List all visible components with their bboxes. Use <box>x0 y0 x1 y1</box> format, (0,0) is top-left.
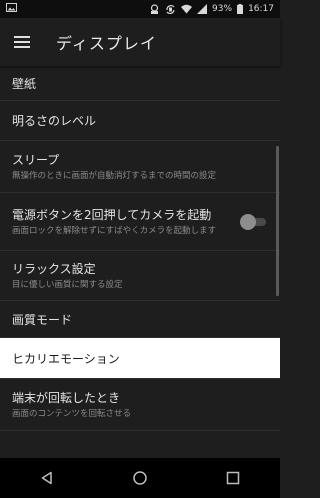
setting-subtitle: 画面ロックを解除せずにすばやくカメラを起動します <box>12 226 217 236</box>
wifi-icon <box>181 4 193 14</box>
battery-text: 93% <box>212 4 233 14</box>
home-icon[interactable] <box>120 458 160 498</box>
clock: 16:17 <box>248 4 274 14</box>
setting-title: 電源ボタンを2回押してカメラを起動 <box>12 208 212 222</box>
navigation-bar <box>0 458 280 498</box>
setting-title: ヒカリエモーション <box>12 351 120 366</box>
setting-item-brightness[interactable]: 明るさのレベル <box>0 101 280 141</box>
page-title: ディスプレイ <box>56 34 157 53</box>
setting-item-picture-mode[interactable]: 画質モード <box>0 301 280 338</box>
setting-subtitle: 無操作のときに画面が自動消灯するまでの時間の設定 <box>12 171 217 181</box>
screen: 93% 16:17 ディスプレイ 壁紙 明るさのレベル スリープ 無操作のときに… <box>0 0 280 498</box>
setting-title: 画質モード <box>12 312 73 327</box>
setting-subtitle: 画面のコンテンツを回転させる <box>12 409 132 419</box>
setting-title: 壁紙 <box>12 76 37 91</box>
setting-item-relax[interactable]: リラックス設定 目に優しい画質に関する設定 <box>0 251 280 301</box>
battery-icon <box>237 4 244 14</box>
setting-subtitle: 目に優しい画質に関する設定 <box>12 280 123 290</box>
rotate-icon <box>165 4 176 15</box>
setting-item-auto-rotate[interactable]: 端末が回転したとき 画面のコンテンツを回転させる <box>0 379 280 431</box>
recents-icon[interactable] <box>213 458 253 498</box>
status-left <box>6 3 17 15</box>
status-right: 93% 16:17 <box>149 3 274 15</box>
setting-title: スリープ <box>12 153 60 167</box>
hamburger-menu-icon[interactable] <box>0 18 44 66</box>
scrollbar[interactable] <box>276 146 279 296</box>
settings-list: 壁紙 明るさのレベル スリープ 無操作のときに画面が自動消灯するまでの時間の設定… <box>0 66 280 458</box>
app-bar: ディスプレイ <box>0 18 280 66</box>
camera-launch-toggle[interactable] <box>240 213 266 230</box>
setting-title: 明るさのレベル <box>12 114 97 128</box>
setting-item-hikari-emotion[interactable]: ヒカリエモーション <box>0 338 280 379</box>
setting-item-camera-launch[interactable]: 電源ボタンを2回押してカメラを起動 画面ロックを解除せずにすばやくカメラを起動し… <box>0 193 280 251</box>
cell-signal-icon <box>197 4 208 14</box>
setting-title: 端末が回転したとき <box>12 391 121 405</box>
toggle-thumb <box>240 213 256 230</box>
notification-icon <box>149 3 160 15</box>
back-icon[interactable] <box>27 458 67 498</box>
image-icon <box>6 3 17 15</box>
setting-title: リラックス設定 <box>12 262 96 276</box>
status-bar: 93% 16:17 <box>0 0 280 18</box>
setting-item-sleep[interactable]: スリープ 無操作のときに画面が自動消灯するまでの時間の設定 <box>0 141 280 193</box>
setting-item-wallpaper[interactable]: 壁紙 <box>0 66 280 101</box>
